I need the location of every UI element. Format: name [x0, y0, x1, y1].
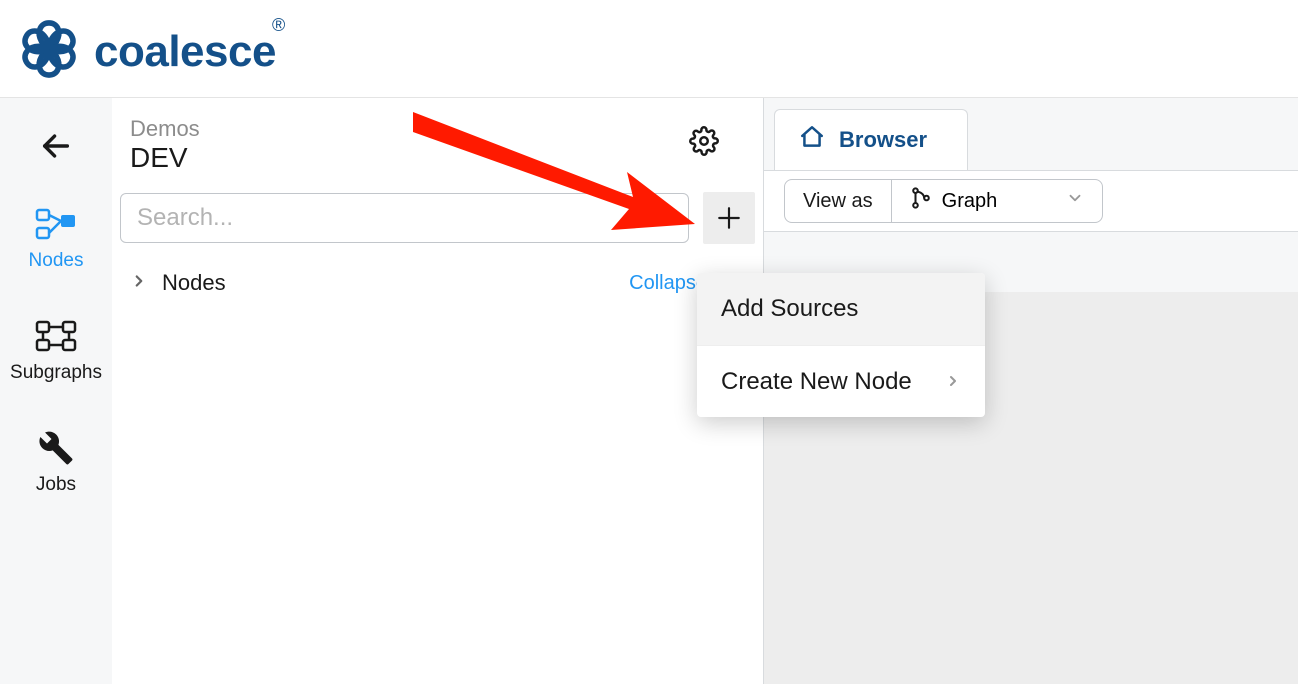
brand-swirl-icon: [18, 18, 80, 80]
viewas-value: Graph: [942, 190, 998, 213]
search-input[interactable]: [120, 193, 689, 243]
brand-name: coalesce®: [94, 27, 289, 77]
viewas-control: View as Graph: [784, 179, 1103, 223]
jobs-icon: [34, 430, 78, 466]
tab-browser[interactable]: Browser: [774, 109, 968, 170]
app-header: coalesce®: [0, 0, 1298, 98]
rail-item-subgraphs[interactable]: Subgraphs: [10, 318, 102, 384]
menu-label: Add Sources: [721, 295, 858, 323]
brand-logo[interactable]: coalesce®: [18, 18, 289, 80]
rail-label-jobs: Jobs: [36, 474, 76, 496]
chevron-right-icon: [945, 368, 961, 396]
chevron-down-icon: [1066, 189, 1084, 213]
subgraphs-icon: [34, 318, 78, 354]
graph-icon: [910, 187, 932, 215]
breadcrumb[interactable]: Demos: [130, 116, 733, 142]
main-area: Nodes Subgraphs Jobs Demos: [0, 98, 1298, 684]
viewas-label: View as: [785, 180, 892, 222]
search-row: [112, 174, 763, 262]
left-rail: Nodes Subgraphs Jobs: [0, 98, 112, 684]
back-button[interactable]: [36, 126, 76, 166]
panel-header: Demos DEV: [112, 98, 763, 174]
rail-label-subgraphs: Subgraphs: [10, 362, 102, 384]
tab-bar: Browser: [764, 98, 1298, 170]
rail-item-jobs[interactable]: Jobs: [34, 430, 78, 496]
viewas-select[interactable]: Graph: [892, 180, 1102, 222]
nodes-icon: [34, 206, 78, 242]
menu-label: Create New Node: [721, 368, 912, 396]
tab-label: Browser: [839, 127, 927, 153]
section-label: Nodes: [162, 270, 226, 296]
menu-item-create-node[interactable]: Create New Node: [697, 345, 985, 417]
settings-button[interactable]: [689, 126, 719, 161]
chevron-right-icon[interactable]: [130, 270, 148, 296]
collapse-link[interactable]: Collapse: [629, 272, 707, 295]
rail-item-nodes[interactable]: Nodes: [29, 206, 84, 272]
add-button[interactable]: [703, 192, 755, 244]
add-menu: Add Sources Create New Node: [697, 273, 985, 417]
browser-toolbar: View as Graph: [764, 170, 1298, 232]
environment-name: DEV: [130, 142, 733, 174]
home-icon: [799, 124, 825, 156]
rail-label-nodes: Nodes: [29, 250, 84, 272]
nodes-section-header: Nodes Collapse: [112, 262, 763, 304]
nodes-panel: Demos DEV Nodes Collapse: [112, 98, 764, 684]
menu-item-add-sources[interactable]: Add Sources: [697, 273, 985, 345]
